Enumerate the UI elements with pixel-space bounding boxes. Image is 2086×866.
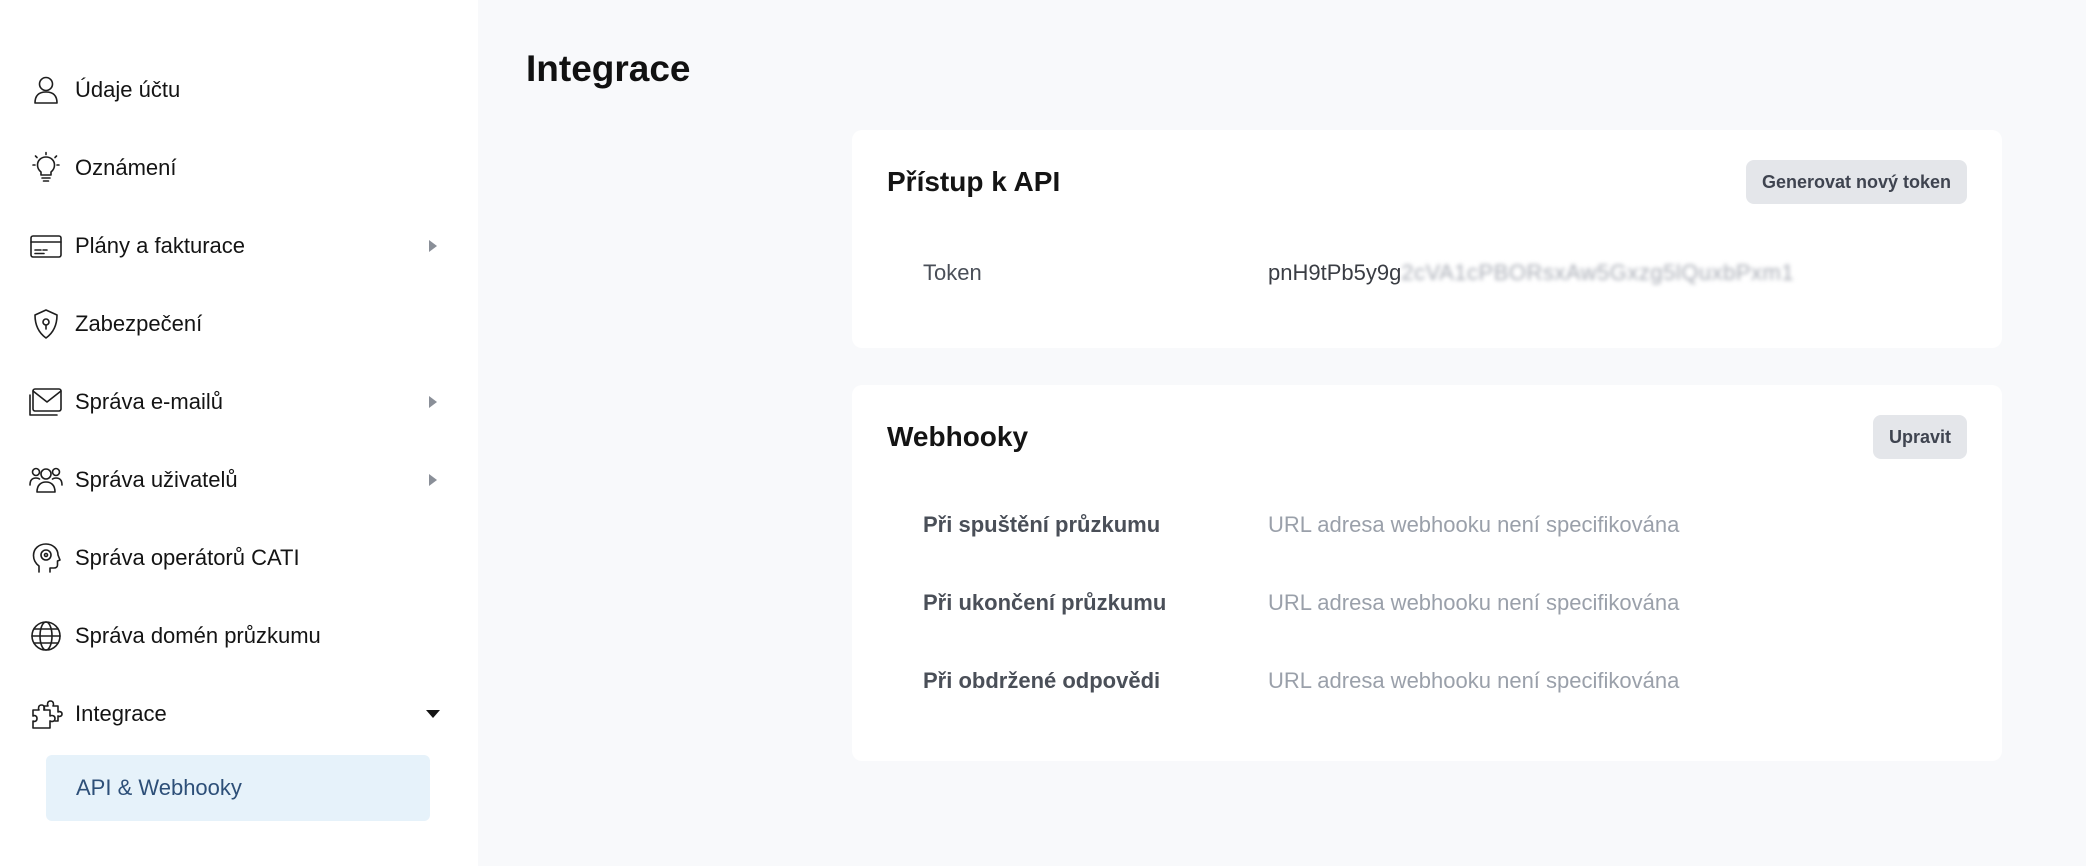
sidebar-item-account[interactable]: Údaje účtu [0, 51, 478, 129]
app-root: Údaje účtu Oznámení Plány a fakturace Za… [0, 0, 2086, 866]
token-value[interactable]: pnH9tPb5y9g2cVA1cPBORsxAw5Gxzg5lQuxbPxm1 [1268, 260, 1794, 286]
sidebar-item-label: Správa domén průzkumu [75, 623, 321, 648]
caret-down-icon[interactable] [426, 707, 440, 721]
user-icon [29, 73, 63, 107]
page-title: Integrace [526, 48, 691, 89]
lightbulb-icon [29, 151, 63, 185]
sidebar-item-label: Oznámení [75, 155, 177, 180]
operator-head-icon [29, 541, 63, 575]
sidebar-item-label: Správa operátorů CATI [75, 545, 300, 570]
sidebar-item-survey-domains[interactable]: Správa domén průzkumu [0, 597, 478, 675]
sidebar-item-billing[interactable]: Plány a fakturace [0, 207, 478, 285]
users-icon [29, 463, 63, 497]
sidebar-item-label: Zabezpečení [75, 311, 203, 336]
sidebar-subitem-label: API & Webhooky [76, 775, 242, 800]
webhook-row-label: Při ukončení průzkumu [923, 590, 1167, 615]
caret-right-icon[interactable] [426, 239, 440, 253]
sidebar-item-integrations[interactable]: Integrace [0, 675, 478, 753]
sidebar-item-users[interactable]: Správa uživatelů [0, 441, 478, 519]
webhook-row-value: URL adresa webhooku není specifikována [1268, 512, 1680, 537]
webhook-row: Při spuštění průzkumu URL adresa webhook… [923, 510, 1967, 540]
mail-icon [29, 385, 63, 419]
sidebar-item-label: Integrace [75, 701, 167, 726]
token-label: Token [923, 260, 982, 285]
sidebar-subitem-api-webhooks[interactable]: API & Webhooky [46, 755, 430, 821]
sidebar-item-security[interactable]: Zabezpečení [0, 285, 478, 363]
webhook-row-value: URL adresa webhooku není specifikována [1268, 668, 1680, 693]
caret-right-icon[interactable] [426, 473, 440, 487]
settings-sidebar: Údaje účtu Oznámení Plány a fakturace Za… [0, 0, 478, 866]
puzzle-icon [29, 697, 63, 731]
main-content: Integrace Přístup k API Generovat nový t… [478, 0, 2086, 866]
sidebar-item-email[interactable]: Správa e-mailů [0, 363, 478, 441]
token-row: Token pnH9tPb5y9g2cVA1cPBORsxAw5Gxzg5lQu… [923, 258, 1967, 288]
webhook-row-value: URL adresa webhooku není specifikována [1268, 590, 1680, 615]
api-access-card: Přístup k API Generovat nový token Token… [852, 130, 2002, 348]
api-card-title: Přístup k API [887, 166, 1061, 197]
webhooks-card-title: Webhooky [887, 421, 1029, 452]
webhook-row: Při obdržené odpovědi URL adresa webhook… [923, 666, 1967, 696]
sidebar-item-label: Správa e-mailů [75, 389, 223, 414]
globe-icon [29, 619, 63, 653]
sidebar-item-label: Plány a fakturace [75, 233, 245, 258]
webhook-row-label: Při spuštění průzkumu [923, 512, 1161, 537]
edit-webhooks-button[interactable]: Upravit [1872, 415, 1967, 459]
sidebar-item-label: Údaje účtu [75, 77, 181, 102]
sidebar-item-notifications[interactable]: Oznámení [0, 129, 478, 207]
credit-card-icon [29, 229, 63, 263]
sidebar-item-label: Správa uživatelů [75, 467, 238, 492]
generate-token-button[interactable]: Generovat nový token [1745, 160, 1967, 204]
shield-icon [29, 307, 63, 341]
sidebar-item-cati-operators[interactable]: Správa operátorů CATI [0, 519, 478, 597]
webhooks-card: Webhooky Upravit Při spuštění průzkumu U… [852, 385, 2002, 761]
caret-right-icon[interactable] [426, 395, 440, 409]
token-obscured-part: 2cVA1cPBORsxAw5Gxzg5lQuxbPxm1 [1401, 260, 1795, 285]
webhook-row-label: Při obdržené odpovědi [923, 668, 1161, 693]
token-visible-part: pnH9tPb5y9g [1268, 260, 1402, 285]
webhook-row: Při ukončení průzkumu URL adresa webhook… [923, 588, 1967, 618]
